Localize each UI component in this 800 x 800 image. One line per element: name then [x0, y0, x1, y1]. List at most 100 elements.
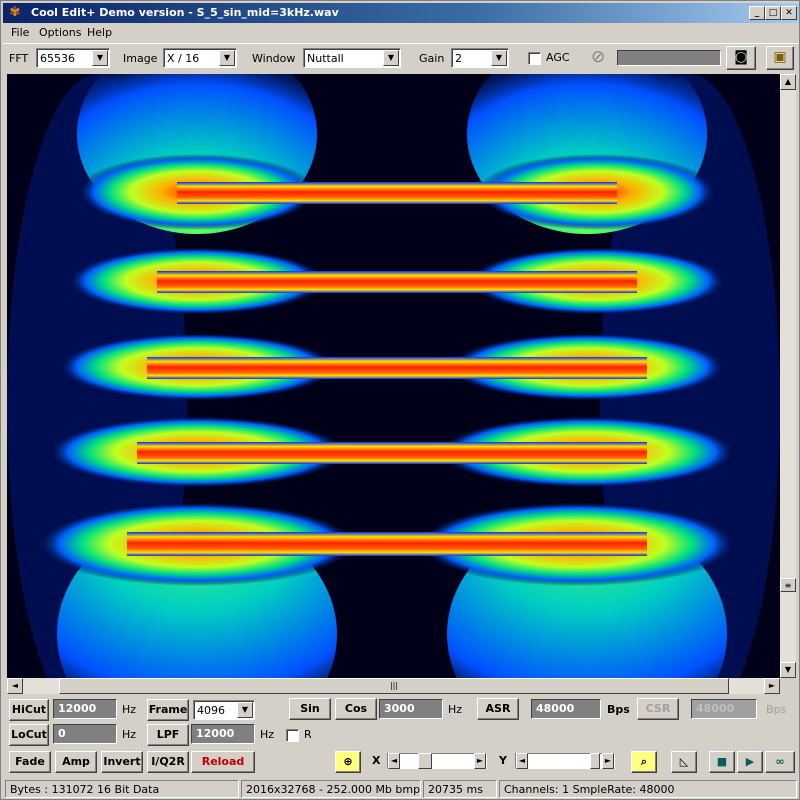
- scroll-up-icon[interactable]: ▲: [780, 74, 796, 90]
- csr-button[interactable]: CSR: [637, 698, 679, 720]
- spectrogram-view[interactable]: [7, 74, 780, 678]
- locut-unit: Hz: [122, 728, 137, 741]
- floppy-disk-icon: ▣: [773, 49, 787, 65]
- sin-button[interactable]: Sin: [289, 698, 331, 720]
- horizontal-scrollbar[interactable]: ◄ ||| ►: [7, 678, 780, 694]
- agc-checkbox[interactable]: [528, 52, 541, 65]
- window-select[interactable]: Nuttall ▼: [303, 48, 401, 68]
- hicut-button[interactable]: HiCut: [9, 699, 49, 721]
- status-channels: Channels: 1 SmpleRate: 48000: [499, 780, 797, 798]
- r-label: R: [304, 728, 312, 741]
- frame-value: 4096: [197, 704, 225, 717]
- close-button[interactable]: ✕: [781, 6, 797, 20]
- fade-button[interactable]: Fade: [9, 751, 51, 773]
- lpf-button[interactable]: LPF: [147, 724, 189, 746]
- asr-button[interactable]: ASR: [477, 698, 519, 720]
- magnifier-icon: ⌕: [640, 755, 648, 768]
- image-value: X / 16: [167, 52, 200, 65]
- window-value: Nuttall: [307, 52, 344, 65]
- menu-help[interactable]: Help: [87, 26, 112, 39]
- scroll-down-icon[interactable]: ▼: [780, 662, 796, 678]
- menu-options[interactable]: Options: [39, 26, 81, 39]
- locut-button[interactable]: LoCut: [9, 724, 49, 746]
- amp-button[interactable]: Amp: [55, 751, 97, 773]
- status-bmp: 2016x32768 - 252.000 Mb bmp: [241, 780, 421, 798]
- csr-field: 48000: [691, 699, 757, 719]
- chevron-left-icon[interactable]: ◄: [516, 753, 528, 769]
- y-slider[interactable]: ◄ ►: [515, 753, 615, 769]
- loop-button[interactable]: ∞: [765, 751, 795, 773]
- ruler-triangle-icon: ◺: [679, 755, 689, 768]
- title-bar[interactable]: ✾ Cool Edit+ Demo version - S_5_sin_mid=…: [3, 3, 799, 23]
- menu-bar: File Options Help: [3, 24, 799, 42]
- iq2r-button[interactable]: I/Q2R: [147, 751, 189, 773]
- fft-value: 65536: [40, 52, 75, 65]
- chevron-left-icon[interactable]: ◄: [388, 753, 400, 769]
- vertical-scroll-thumb[interactable]: ≡: [780, 578, 796, 592]
- hicut-field[interactable]: 12000: [53, 699, 117, 719]
- image-label: Image: [123, 52, 158, 65]
- reload-button[interactable]: Reload: [191, 751, 255, 773]
- play-icon: ▶: [745, 755, 755, 768]
- camera-icon: ◙: [734, 49, 748, 65]
- horizontal-scroll-thumb[interactable]: |||: [59, 678, 729, 694]
- status-bytes: Bytes : 131072 16 Bit Data: [5, 780, 239, 798]
- save-button[interactable]: ▣: [766, 46, 794, 70]
- invert-button[interactable]: Invert: [101, 751, 143, 773]
- x-label: X: [372, 754, 381, 767]
- zoom-button[interactable]: ⊕: [335, 751, 361, 773]
- triangle-button[interactable]: ◺: [671, 751, 697, 773]
- x-slider-thumb[interactable]: [418, 753, 432, 769]
- asr-field[interactable]: 48000: [531, 699, 601, 719]
- chevron-down-icon[interactable]: ▼: [92, 50, 108, 66]
- find-button[interactable]: ⌕: [631, 751, 657, 773]
- frame-select[interactable]: 4096 ▼: [193, 700, 255, 720]
- hicut-unit: Hz: [122, 703, 137, 716]
- no-entry-icon[interactable]: ⊘: [591, 47, 605, 67]
- chevron-right-icon[interactable]: ►: [602, 753, 614, 769]
- gain-select[interactable]: 2 ▼: [451, 48, 509, 68]
- chevron-down-icon[interactable]: ▼: [491, 50, 507, 66]
- chevron-down-icon[interactable]: ▼: [219, 50, 235, 66]
- zoom-in-icon: ⊕: [343, 755, 353, 768]
- top-toolbar: FFT 65536 ▼ Image X / 16 ▼ Window Nuttal…: [3, 43, 799, 73]
- vertical-scrollbar[interactable]: ▲ ≡ ▼: [780, 74, 796, 678]
- agc-label: AGC: [546, 51, 570, 64]
- frequency-unit: Hz: [448, 703, 463, 716]
- scroll-right-icon[interactable]: ►: [764, 678, 780, 694]
- lpf-unit: Hz: [260, 728, 275, 741]
- infinity-icon: ∞: [775, 755, 785, 768]
- app-butterfly-icon[interactable]: ✾: [7, 5, 23, 21]
- spectrogram-image: [7, 74, 780, 678]
- image-select[interactable]: X / 16 ▼: [163, 48, 237, 68]
- stop-button[interactable]: ■: [709, 751, 735, 773]
- level-meter: [617, 50, 721, 66]
- maximize-button[interactable]: □: [765, 6, 781, 20]
- frame-button[interactable]: Frame: [147, 699, 189, 721]
- asr-unit: Bps: [607, 703, 630, 716]
- status-ms: 20735 ms: [423, 780, 497, 798]
- minimize-button[interactable]: _: [749, 6, 765, 20]
- cos-button[interactable]: Cos: [335, 698, 377, 720]
- locut-field[interactable]: 0: [53, 724, 117, 744]
- chevron-down-icon[interactable]: ▼: [237, 702, 253, 718]
- play-button[interactable]: ▶: [737, 751, 763, 773]
- y-slider-thumb[interactable]: [590, 753, 600, 769]
- camera-button[interactable]: ◙: [726, 46, 756, 70]
- chevron-down-icon[interactable]: ▼: [383, 50, 399, 66]
- x-slider[interactable]: ◄ ►: [387, 753, 487, 769]
- csr-unit: Bps: [766, 703, 787, 716]
- chevron-right-icon[interactable]: ►: [474, 753, 486, 769]
- stop-icon: ■: [716, 755, 728, 768]
- lpf-field[interactable]: 12000: [191, 724, 255, 744]
- fft-label: FFT: [9, 52, 29, 65]
- window-label: Window: [252, 52, 296, 65]
- gain-label: Gain: [419, 52, 445, 65]
- r-checkbox[interactable]: [286, 729, 299, 742]
- fft-select[interactable]: 65536 ▼: [36, 48, 110, 68]
- y-label: Y: [499, 754, 507, 767]
- menu-file[interactable]: File: [11, 26, 29, 39]
- gain-value: 2: [455, 52, 462, 65]
- frequency-field[interactable]: 3000: [379, 699, 443, 719]
- scroll-left-icon[interactable]: ◄: [7, 678, 23, 694]
